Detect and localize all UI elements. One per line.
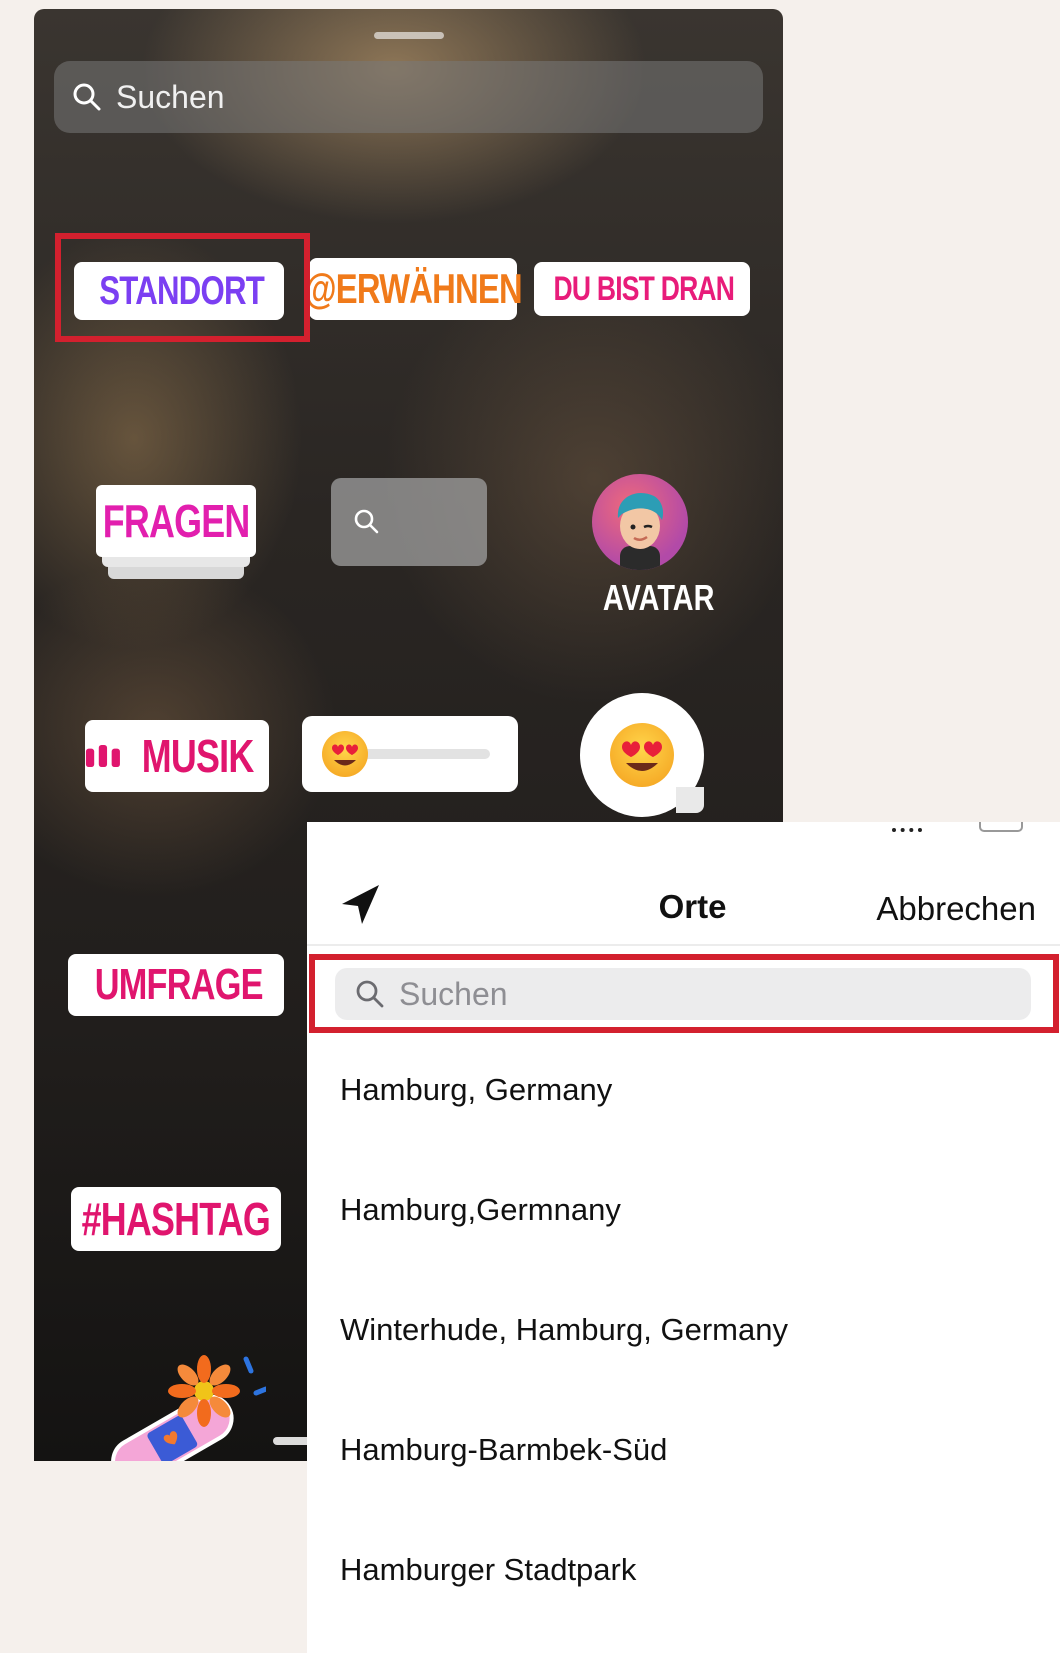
battery-icon	[979, 822, 1023, 832]
flower-bandage-sticker-icon[interactable]	[96, 1349, 266, 1461]
nav-divider	[307, 944, 1060, 946]
status-bar	[307, 822, 1060, 836]
sticker-avatar-image[interactable]	[592, 474, 688, 570]
sticker-musik[interactable]: MUSIK	[85, 720, 269, 792]
highlight-frame-places-search	[309, 954, 1059, 1033]
sheet-grabber[interactable]	[374, 32, 444, 39]
signal-icon	[892, 822, 922, 832]
sticker-search-placeholder: Suchen	[116, 78, 225, 115]
sticker-umfrage[interactable]: UMFRAGE	[68, 954, 284, 1016]
sticker-fragen[interactable]: FRAGEN	[96, 485, 256, 591]
places-panel: Orte Abbrechen Suchen Hamburg, Germany H…	[307, 822, 1060, 1653]
place-item[interactable]: Hamburger Stadtpark	[340, 1552, 636, 1588]
fragen-card: FRAGEN	[96, 485, 256, 557]
highlight-frame-standort	[55, 233, 310, 342]
search-icon	[73, 83, 101, 111]
avatar-face-icon	[617, 492, 664, 570]
sticker-gif-search[interactable]	[331, 478, 487, 566]
sticker-hashtag[interactable]: #HASHTAG	[71, 1187, 281, 1251]
place-item[interactable]: Hamburg,Germnany	[340, 1192, 621, 1228]
place-item[interactable]: Hamburg-Barmbek-Süd	[340, 1432, 667, 1468]
bubble-tail	[676, 787, 704, 813]
sticker-emoji-reaction[interactable]	[580, 693, 704, 817]
place-item[interactable]: Hamburg, Germany	[340, 1072, 612, 1108]
place-item[interactable]: Winterhude, Hamburg, Germany	[340, 1312, 788, 1348]
status-time-fragment	[361, 822, 431, 828]
heart-eyes-emoji-icon	[610, 723, 674, 787]
search-icon	[354, 509, 379, 534]
slider-track	[350, 749, 490, 759]
sticker-du-bist-dran[interactable]: DU BIST DRAN	[534, 262, 750, 316]
music-bars-icon	[85, 744, 120, 768]
sticker-emoji-slider[interactable]	[302, 716, 518, 792]
heart-eyes-emoji-icon	[322, 731, 368, 777]
places-nav-bar: Orte Abbrechen	[307, 874, 1060, 946]
sticker-search-input[interactable]: Suchen	[54, 61, 763, 133]
sticker-erwaehnen[interactable]: @ERWÄHNEN	[304, 258, 522, 320]
cancel-button[interactable]: Abbrechen	[876, 890, 1036, 928]
sticker-avatar-label[interactable]: AVATAR	[589, 577, 714, 619]
